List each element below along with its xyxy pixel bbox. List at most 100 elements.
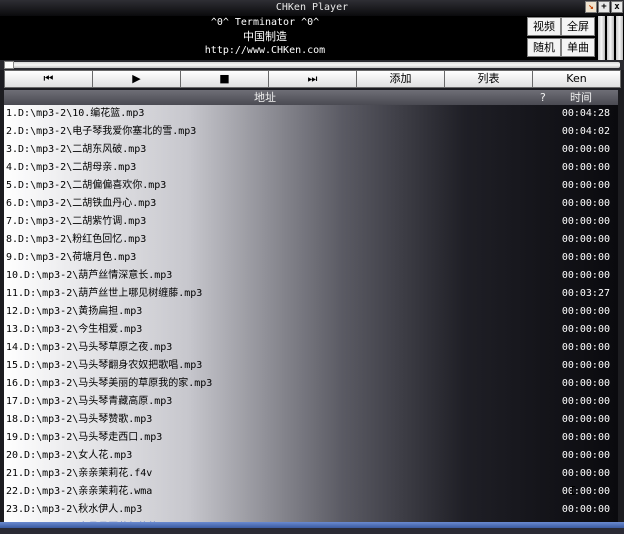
address-column-header[interactable]: 地址 [254, 90, 276, 105]
track-duration: 00:04:28 [561, 108, 610, 119]
playlist-row[interactable]: 19.D:\mp3-2\马头琴走西口.mp3 00:00:00 [4, 429, 618, 447]
track-path: 22.D:\mp3-2\亲亲茉莉花.wma [6, 486, 153, 497]
track-path: 20.D:\mp3-2\女人花.mp3 [6, 450, 133, 461]
track-path: 9.D:\mp3-2\荷塘月色.mp3 [6, 252, 137, 263]
random-button[interactable]: 随机 [527, 38, 561, 57]
track-path: 4.D:\mp3-2\二胡母亲.mp3 [6, 162, 137, 173]
track-path: 2.D:\mp3-2\电子琴我爱你塞北的雪.mp3 [6, 126, 197, 137]
playlist-row[interactable]: 10.D:\mp3-2\葫芦丝情深意长.mp3 00:00:00 [4, 267, 618, 285]
playlist-row[interactable]: 14.D:\mp3-2\马头琴草原之夜.mp3 00:00:00 [4, 339, 618, 357]
track-path: 11.D:\mp3-2\葫芦丝世上哪见树缠藤.mp3 [6, 288, 203, 299]
stop-icon[interactable]: ■ [180, 70, 269, 88]
track-duration: 00:04:02 [561, 126, 610, 137]
playlist-row[interactable]: 15.D:\mp3-2\马头琴翻身农奴把歌唱.mp3 00:00:00 [4, 357, 618, 375]
playlist-row[interactable]: 13.D:\mp3-2\今生相爱.mp3 00:00:00 [4, 321, 618, 339]
question-column-header[interactable]: ? [540, 90, 546, 105]
playlist-row[interactable]: 5.D:\mp3-2\二胡偏偏喜欢你.mp3 00:00:00 [4, 177, 618, 195]
track-duration: 00:00:00 [561, 360, 610, 371]
previous-icon[interactable]: ⏮ [4, 70, 93, 88]
track-path: 21.D:\mp3-2\亲亲茉莉花.f4v [6, 468, 153, 479]
playlist-row[interactable]: 20.D:\mp3-2\女人花.mp3 00:00:00 [4, 447, 618, 465]
balance-slider[interactable] [607, 16, 614, 60]
track-duration: 00:00:00 [561, 162, 610, 173]
fullscreen-button[interactable]: 全屏 [561, 17, 595, 36]
pin-icon[interactable]: ↘ [585, 1, 597, 13]
track-duration: 00:00:00 [561, 270, 610, 281]
track-duration: 00:00:00 [561, 378, 610, 389]
video-button[interactable]: 视频 [527, 17, 561, 36]
play-icon[interactable]: ▶ [92, 70, 181, 88]
horizontal-scrollbar[interactable] [0, 522, 624, 528]
track-duration: 00:00:00 [561, 306, 610, 317]
seek-track[interactable] [4, 62, 620, 68]
track-duration: 00:00:00 [561, 450, 610, 461]
playlist-row[interactable]: 17.D:\mp3-2\马头琴青藏高原.mp3 00:00:00 [4, 393, 618, 411]
player-window: CHKen Player ↘ + x ^0^ Terminator ^0^ 中国… [0, 0, 624, 534]
track-info: ^0^ Terminator ^0^ 中国制造 http://www.CHKen… [120, 16, 410, 58]
track-duration: 00:00:00 [561, 432, 610, 443]
track-duration: 00:00:00 [561, 144, 610, 155]
playlist-row[interactable]: 3.D:\mp3-2\二胡东风破.mp3 00:00:00 [4, 141, 618, 159]
playlist-row[interactable]: 9.D:\mp3-2\荷塘月色.mp3 00:00:00 [4, 249, 618, 267]
playlist-row[interactable]: 11.D:\mp3-2\葫芦丝世上哪见树缠藤.mp3 00:03:27 [4, 285, 618, 303]
playlist-row[interactable]: 22.D:\mp3-2\亲亲茉莉花.wma 00:00:00 [4, 483, 618, 501]
eq-slider[interactable] [616, 16, 623, 60]
track-path: 13.D:\mp3-2\今生相爱.mp3 [6, 324, 143, 335]
playlist-row[interactable]: 4.D:\mp3-2\二胡母亲.mp3 00:00:00 [4, 159, 618, 177]
playlist-row[interactable]: 16.D:\mp3-2\马头琴美丽的草原我的家.mp3 00:00:00 [4, 375, 618, 393]
playlist-header: 地址 ? 时间 [4, 90, 618, 105]
track-path: 8.D:\mp3-2\粉红色回忆.mp3 [6, 234, 147, 245]
track-path: 3.D:\mp3-2\二胡东风破.mp3 [6, 144, 147, 155]
playlist[interactable]: 1.D:\mp3-2\10.编花篮.mp3 00:04:28 2.D:\mp3-2\… [4, 105, 618, 530]
track-path: 7.D:\mp3-2\二胡紫竹调.mp3 [6, 216, 147, 227]
track-path: 17.D:\mp3-2\马头琴青藏高原.mp3 [6, 396, 173, 407]
next-icon[interactable]: ⏭ [268, 70, 357, 88]
track-duration: 00:00:00 [561, 234, 610, 245]
seek-bar[interactable] [0, 60, 624, 70]
track-path: 23.D:\mp3-2\秋水伊人.mp3 [6, 504, 143, 515]
track-duration: 00:00:00 [561, 180, 610, 191]
track-path: 15.D:\mp3-2\马头琴翻身农奴把歌唱.mp3 [6, 360, 203, 371]
maximize-button[interactable]: + [598, 1, 610, 13]
playlist-row[interactable]: 8.D:\mp3-2\粉红色回忆.mp3 00:00:00 [4, 231, 618, 249]
transport-controls: ⏮ ▶ ■ ⏭ 添加 列表 Ken [4, 70, 621, 88]
track-path: 19.D:\mp3-2\马头琴走西口.mp3 [6, 432, 163, 443]
playlist-row[interactable]: 23.D:\mp3-2\秋水伊人.mp3 00:00:00 [4, 501, 618, 519]
single-button[interactable]: 单曲 [561, 38, 595, 57]
track-path: 12.D:\mp3-2\黄扬扁担.mp3 [6, 306, 143, 317]
window-title: CHKen Player [275, 2, 349, 13]
list-button[interactable]: 列表 [444, 70, 533, 88]
track-path: 10.D:\mp3-2\葫芦丝情深意长.mp3 [6, 270, 173, 281]
playlist-row[interactable]: 1.D:\mp3-2\10.编花篮.mp3 00:04:28 [4, 105, 618, 123]
track-duration: 00:00:00 [561, 504, 610, 515]
track-duration: 00:00:00 [561, 468, 610, 479]
track-path: 6.D:\mp3-2\二胡铁血丹心.mp3 [6, 198, 157, 209]
title-bar[interactable]: CHKen Player ↘ + x [0, 0, 624, 16]
track-duration: 00:00:00 [561, 396, 610, 407]
close-button[interactable]: x [611, 1, 623, 13]
track-duration: 00:00:00 [561, 414, 610, 425]
playlist-row[interactable]: 18.D:\mp3-2\马头琴赞歌.mp3 00:00:00 [4, 411, 618, 429]
now-playing-panel: ^0^ Terminator ^0^ 中国制造 http://www.CHKen… [0, 16, 624, 60]
track-duration: 00:00:00 [561, 216, 610, 227]
add-button[interactable]: 添加 [356, 70, 445, 88]
track-duration: 00:00:00 [561, 324, 610, 335]
time-column-header[interactable]: 时间 [570, 90, 592, 105]
track-title: ^0^ Terminator ^0^ [210, 17, 320, 28]
volume-slider[interactable] [598, 16, 605, 60]
playlist-row[interactable]: 6.D:\mp3-2\二胡铁血丹心.mp3 00:00:00 [4, 195, 618, 213]
track-path: 14.D:\mp3-2\马头琴草原之夜.mp3 [6, 342, 173, 353]
playlist-row[interactable]: 2.D:\mp3-2\电子琴我爱你塞北的雪.mp3 00:04:02 [4, 123, 618, 141]
track-path: 16.D:\mp3-2\马头琴美丽的草原我的家.mp3 [6, 378, 213, 389]
mouse-cursor-icon: I [569, 484, 577, 498]
playlist-row[interactable]: 12.D:\mp3-2\黄扬扁担.mp3 00:00:00 [4, 303, 618, 321]
track-duration: 00:00:00 [561, 342, 610, 353]
track-duration: 00:00:00 [561, 198, 610, 209]
seek-thumb[interactable] [4, 61, 14, 69]
playlist-row[interactable]: 7.D:\mp3-2\二胡紫竹调.mp3 00:00:00 [4, 213, 618, 231]
ken-button[interactable]: Ken [532, 70, 621, 88]
track-path: 5.D:\mp3-2\二胡偏偏喜欢你.mp3 [6, 180, 167, 191]
playlist-row[interactable]: 21.D:\mp3-2\亲亲茉莉花.f4v 00:00:00 [4, 465, 618, 483]
track-path: 18.D:\mp3-2\马头琴赞歌.mp3 [6, 414, 153, 425]
track-duration: 00:03:27 [561, 288, 610, 299]
